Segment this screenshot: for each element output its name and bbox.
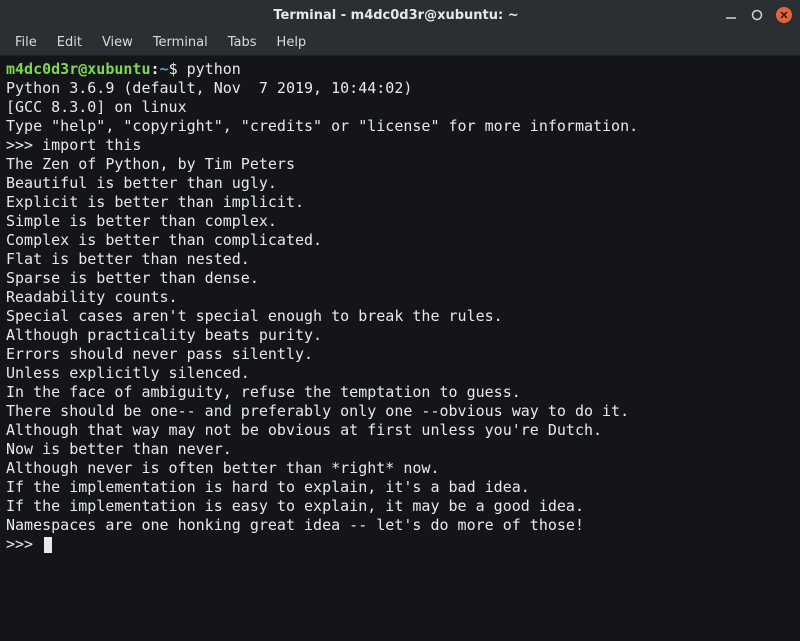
cursor <box>44 537 52 553</box>
menu-terminal[interactable]: Terminal <box>144 32 217 53</box>
output-line: Readability counts. <box>6 288 794 307</box>
repl-prompt: >>> <box>6 136 42 154</box>
maximize-icon <box>750 8 764 22</box>
repl-line: >>> import this <box>6 136 794 155</box>
output-line: [GCC 8.3.0] on linux <box>6 98 794 117</box>
output-line: There should be one-- and preferably onl… <box>6 402 794 421</box>
output-line: Flat is better than nested. <box>6 250 794 269</box>
command-text: import this <box>42 136 141 154</box>
output-line: If the implementation is easy to explain… <box>6 497 794 516</box>
output-line: Although never is often better than *rig… <box>6 459 794 478</box>
output-line: Although practicality beats purity. <box>6 326 794 345</box>
minimize-icon <box>724 8 738 22</box>
output-line: Type "help", "copyright", "credits" or "… <box>6 117 794 136</box>
menu-help[interactable]: Help <box>268 32 316 53</box>
output-line: Explicit is better than implicit. <box>6 193 794 212</box>
close-button[interactable] <box>776 7 792 23</box>
output-line: Unless explicitly silenced. <box>6 364 794 383</box>
window-titlebar: Terminal - m4dc0d3r@xubuntu: ~ <box>0 0 800 30</box>
output-line: Python 3.6.9 (default, Nov 7 2019, 10:44… <box>6 79 794 98</box>
shell-line: m4dc0d3r@xubuntu:~$ python <box>6 60 794 79</box>
window-controls <box>724 7 792 23</box>
window-title: Terminal - m4dc0d3r@xubuntu: ~ <box>68 8 724 23</box>
repl-line: >>> <box>6 535 794 554</box>
output-line: Errors should never pass silently. <box>6 345 794 364</box>
output-line: The Zen of Python, by Tim Peters <box>6 155 794 174</box>
prompt-user-host: m4dc0d3r@xubuntu <box>6 60 151 78</box>
prompt-dollar: $ <box>169 60 178 78</box>
minimize-button[interactable] <box>724 8 738 22</box>
output-line: Special cases aren't special enough to b… <box>6 307 794 326</box>
output-line: Simple is better than complex. <box>6 212 794 231</box>
prompt-path: ~ <box>160 60 169 78</box>
repl-prompt: >>> <box>6 535 42 553</box>
menu-tabs[interactable]: Tabs <box>219 32 266 53</box>
output-line: Beautiful is better than ugly. <box>6 174 794 193</box>
prompt-colon: : <box>151 60 160 78</box>
output-line: Complex is better than complicated. <box>6 231 794 250</box>
menu-view[interactable]: View <box>93 32 142 53</box>
menubar: File Edit View Terminal Tabs Help <box>0 30 800 56</box>
output-line: Although that way may not be obvious at … <box>6 421 794 440</box>
command-text: python <box>187 60 241 78</box>
output-line: Namespaces are one honking great idea --… <box>6 516 794 535</box>
output-line: Sparse is better than dense. <box>6 269 794 288</box>
output-line: If the implementation is hard to explain… <box>6 478 794 497</box>
menu-file[interactable]: File <box>6 32 46 53</box>
close-icon <box>780 11 788 19</box>
output-line: In the face of ambiguity, refuse the tem… <box>6 383 794 402</box>
terminal-viewport[interactable]: m4dc0d3r@xubuntu:~$ pythonPython 3.6.9 (… <box>0 56 800 641</box>
maximize-button[interactable] <box>750 8 764 22</box>
menu-edit[interactable]: Edit <box>48 32 91 53</box>
output-line: Now is better than never. <box>6 440 794 459</box>
